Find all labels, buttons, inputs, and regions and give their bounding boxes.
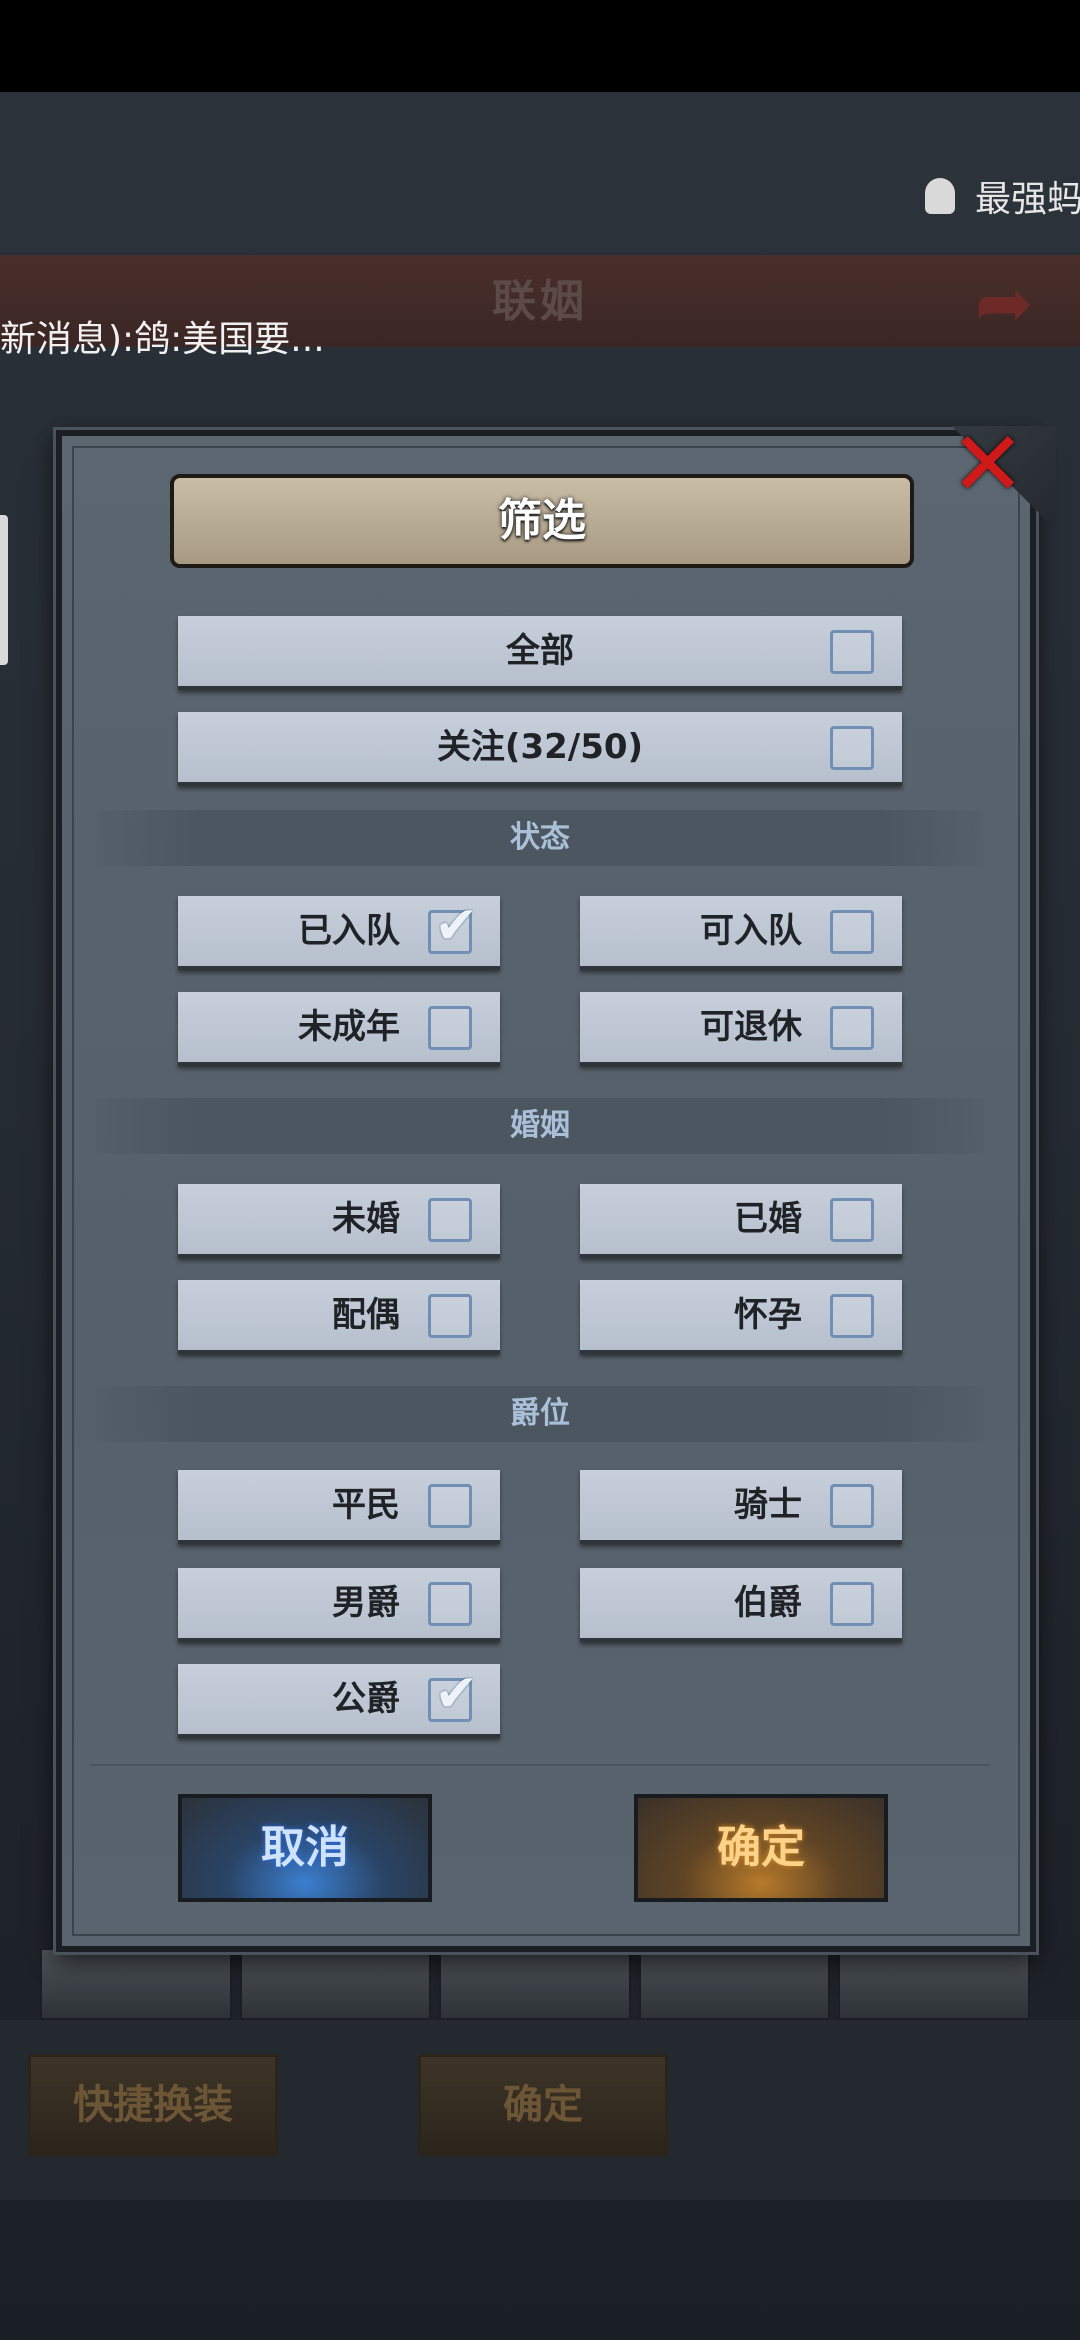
filter-option-spouse[interactable]: 配偶 — [178, 1280, 500, 1354]
checkbox-icon[interactable] — [830, 1484, 874, 1528]
divider — [90, 1764, 990, 1766]
checkbox-icon[interactable] — [428, 1582, 472, 1626]
filter-option-commoner[interactable]: 平民 — [178, 1470, 500, 1544]
checkmark-icon: ✔ — [434, 896, 478, 956]
filter-option-baron[interactable]: 男爵 — [178, 1568, 500, 1642]
background-confirm-button[interactable]: 确定 — [418, 2054, 668, 2156]
dialog-title: 筛选 — [170, 474, 914, 568]
side-tab[interactable] — [0, 515, 8, 665]
filter-option-underage[interactable]: 未成年 — [178, 992, 500, 1066]
filter-option-follow[interactable]: 关注(32/50) — [178, 712, 902, 786]
checkbox-icon[interactable] — [830, 1582, 874, 1626]
user-name: 最强蚂 — [975, 179, 1080, 220]
background-header — [0, 92, 1080, 252]
filter-option-duke[interactable]: 公爵 ✔ — [178, 1664, 500, 1738]
user-avatar-icon — [925, 178, 955, 214]
filter-option-earl[interactable]: 伯爵 — [580, 1568, 902, 1642]
filter-option-all[interactable]: 全部 — [178, 616, 902, 690]
portrait[interactable] — [838, 1948, 1030, 2020]
option-label: 伯爵 — [734, 1583, 802, 1623]
checkbox-icon[interactable] — [830, 630, 874, 674]
option-label: 关注(32/50) — [436, 727, 644, 767]
option-label: 平民 — [332, 1485, 400, 1525]
filter-option-married[interactable]: 已婚 — [580, 1184, 902, 1258]
checkbox-icon[interactable] — [428, 1484, 472, 1528]
portrait-strip — [40, 1948, 1030, 2020]
option-label: 已婚 — [734, 1199, 802, 1239]
filter-option-pregnant[interactable]: 怀孕 — [580, 1280, 902, 1354]
quick-change-button[interactable]: 快捷换装 — [28, 2054, 278, 2156]
filter-option-unmarried[interactable]: 未婚 — [178, 1184, 500, 1258]
user-badge[interactable]: 最强蚂 — [925, 170, 1080, 222]
checkbox-icon[interactable] — [428, 1198, 472, 1242]
filter-option-can-join[interactable]: 可入队 — [580, 896, 902, 970]
checkbox-icon[interactable] — [428, 1006, 472, 1050]
checkmark-icon: ✔ — [434, 1664, 478, 1724]
option-label: 未成年 — [298, 1007, 400, 1047]
confirm-button[interactable]: 确定 — [634, 1794, 888, 1902]
back-arrow-icon[interactable]: ➦ — [975, 262, 1034, 344]
portrait[interactable] — [239, 1948, 432, 2020]
cancel-button[interactable]: 取消 — [178, 1794, 432, 1902]
filter-option-can-retire[interactable]: 可退休 — [580, 992, 902, 1066]
option-label: 可退休 — [700, 1007, 802, 1047]
filter-option-knight[interactable]: 骑士 — [580, 1470, 902, 1544]
section-header-status: 状态 — [96, 810, 984, 866]
checkbox-icon[interactable] — [830, 1198, 874, 1242]
checkbox-icon[interactable] — [830, 726, 874, 770]
section-header-title: 爵位 — [96, 1386, 984, 1442]
section-header-marriage: 婚姻 — [96, 1098, 984, 1154]
option-label: 全部 — [506, 631, 574, 671]
option-label: 骑士 — [734, 1485, 802, 1525]
option-label: 未婚 — [332, 1199, 400, 1239]
portrait[interactable] — [439, 1948, 631, 2020]
portrait[interactable] — [40, 1948, 232, 2020]
filter-option-joined[interactable]: 已入队 ✔ — [178, 896, 500, 970]
close-icon[interactable]: ✕ — [950, 420, 1025, 510]
option-label: 公爵 — [332, 1679, 400, 1719]
portrait[interactable] — [638, 1948, 831, 2020]
status-bar — [0, 0, 1080, 92]
checkbox-icon[interactable] — [830, 910, 874, 954]
option-label: 可入队 — [700, 911, 802, 951]
checkbox-icon[interactable] — [830, 1006, 874, 1050]
checkbox-icon[interactable] — [830, 1294, 874, 1338]
option-label: 配偶 — [332, 1295, 400, 1335]
option-label: 已入队 — [298, 911, 400, 951]
option-label: 男爵 — [332, 1583, 400, 1623]
option-label: 怀孕 — [734, 1295, 802, 1335]
checkbox-icon[interactable] — [428, 1294, 472, 1338]
chat-ticker[interactable]: 新消息):鸽:美国要... — [0, 310, 325, 362]
